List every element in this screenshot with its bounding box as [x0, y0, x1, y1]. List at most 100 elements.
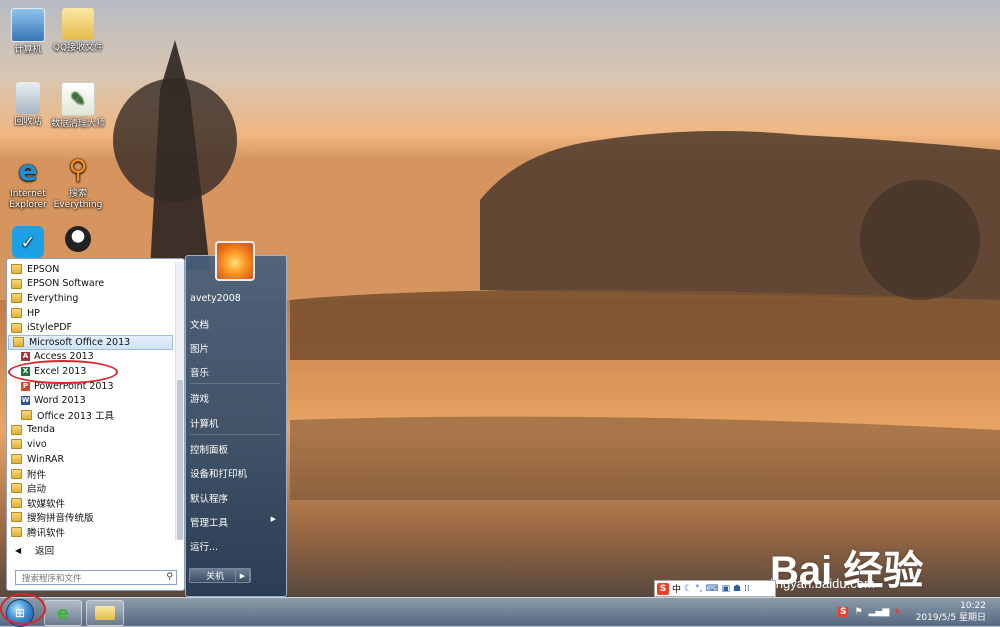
folder-icon: [95, 606, 115, 620]
program-label: Word 2013: [34, 395, 86, 407]
ie-icon: e: [56, 602, 70, 624]
desktop-icon-recycle-bin[interactable]: 回收站: [0, 82, 56, 128]
computer-link[interactable]: 计算机: [190, 416, 282, 430]
program-folder[interactable]: 腾讯软件: [7, 525, 174, 540]
program-folder[interactable]: Microsoft Office 2013: [8, 334, 173, 350]
program-folder[interactable]: WinRAR: [7, 452, 174, 467]
skin-icon: ▣: [721, 583, 730, 594]
desktop-icon-label: Internet Explorer: [9, 189, 47, 210]
search-input[interactable]: 搜索程序和文件 ⚲: [15, 570, 177, 585]
program-item[interactable]: A Access 2013: [7, 350, 174, 365]
folder-icon: [11, 512, 22, 523]
program-item[interactable]: W Word 2013: [7, 393, 174, 408]
sogou-tray-icon[interactable]: S: [838, 607, 849, 617]
program-folder[interactable]: EPSON: [7, 262, 174, 277]
control-panel-link[interactable]: 控制面板: [190, 442, 282, 456]
program-folder[interactable]: Office 2013 工具: [7, 408, 174, 423]
program-folder[interactable]: HP: [7, 306, 174, 321]
program-folder[interactable]: Tenda: [7, 423, 174, 438]
desktop-icon-computer[interactable]: 计算机: [0, 8, 56, 56]
clock[interactable]: 10:22 2019/5/5 星期日: [916, 600, 986, 624]
programs-scrollbar[interactable]: [175, 262, 184, 540]
network-icon[interactable]: ▂▄▆: [869, 607, 890, 617]
folder-icon: [11, 439, 22, 450]
documents-link[interactable]: 文档: [190, 317, 282, 331]
scrollbar-thumb[interactable]: [177, 380, 183, 540]
back-label: 返回: [35, 546, 55, 557]
access-icon: A: [21, 352, 30, 362]
back-button[interactable]: ◀ 返回: [11, 543, 177, 558]
baidu-watermark: Bai 经验 jingyan.baidu.com: [770, 514, 1000, 604]
devices-printers-link[interactable]: 设备和打印机: [190, 466, 282, 480]
vivo-icon: ✓: [12, 226, 44, 258]
chevron-right-icon: ▶: [239, 571, 246, 580]
computer-icon: [11, 8, 45, 42]
program-folder[interactable]: EPSON Software: [7, 277, 174, 292]
program-folder[interactable]: 软媒软件: [7, 496, 174, 511]
user-name-link[interactable]: avety2008: [190, 293, 282, 304]
shirt-icon: ☗: [732, 583, 742, 594]
program-folder[interactable]: 附件: [7, 466, 174, 481]
start-button[interactable]: ⊞: [6, 599, 34, 627]
run-link[interactable]: 运行...: [190, 539, 282, 553]
program-folder[interactable]: 搜狗拼音传统版: [7, 510, 174, 525]
taskbar-explorer-button[interactable]: [86, 600, 124, 626]
program-label: 搜狗拼音传统版: [27, 513, 94, 525]
folder-icon: [11, 454, 22, 465]
grid-icon: ⁞⁞: [744, 583, 750, 594]
program-label: Microsoft Office 2013: [29, 336, 131, 348]
flag-icon[interactable]: ⚑: [854, 607, 862, 617]
desktop-icon-cleaner[interactable]: ✎ 数据清理大师: [50, 82, 106, 130]
ime-toolbar[interactable]: S 中 ☾ °, ⌨ ▣ ☗ ⁞⁞: [654, 580, 776, 597]
taskbar-ie-button[interactable]: e: [44, 600, 82, 626]
admin-tools-link[interactable]: 管理工具 ▶: [190, 515, 282, 529]
program-folder[interactable]: 启动: [7, 481, 174, 496]
windows-logo-icon: ⊞: [14, 606, 26, 620]
moon-icon: ☾: [684, 583, 693, 594]
clock-time: 10:22: [960, 601, 986, 611]
clock-date: 2019/5/5 星期日: [915, 613, 986, 623]
desktop-icon-qq-files[interactable]: QQ接收文件: [50, 8, 106, 54]
program-label: 启动: [27, 484, 47, 496]
watermark-url: jingyan.baidu.com: [770, 576, 875, 591]
start-menu: EPSON EPSON Software Everything HP iStylePDF…: [4, 241, 287, 597]
pictures-link[interactable]: 图片: [190, 341, 282, 355]
program-item[interactable]: X Excel 2013: [7, 364, 174, 379]
program-folder[interactable]: iStylePDF: [7, 320, 174, 335]
desktop-icon-everything[interactable]: ⚲ 搜索 Everything: [50, 154, 106, 211]
music-link[interactable]: 音乐: [190, 365, 282, 379]
system-tray: S ⚑ ▂▄▆ 🔇︎: [838, 604, 901, 620]
program-label: 腾讯软件: [27, 527, 66, 539]
program-label: 软媒软件: [27, 498, 66, 510]
shutdown-options-button[interactable]: ▶: [235, 568, 250, 583]
program-item[interactable]: P PowerPoint 2013: [7, 379, 174, 394]
admin-tools-label: 管理工具: [190, 518, 229, 529]
folder-icon: [13, 337, 24, 348]
sogou-icon: S: [657, 582, 669, 595]
excel-icon: X: [21, 366, 30, 376]
desktop-icon-ie[interactable]: e Internet Explorer: [0, 154, 56, 211]
default-programs-link[interactable]: 默认程序: [190, 491, 282, 505]
desktop-icon-label: 回收站: [14, 117, 42, 127]
program-label: Access 2013: [34, 351, 94, 363]
desktop-icon-qq[interactable]: [50, 226, 106, 255]
separator: [190, 434, 280, 435]
program-label: PowerPoint 2013: [34, 380, 114, 392]
user-avatar[interactable]: [215, 241, 255, 281]
everything-icon: ⚲: [68, 154, 88, 185]
all-programs-list: EPSON EPSON Software Everything HP iStylePDF…: [7, 262, 174, 542]
folder-icon: [11, 483, 22, 494]
recycle-bin-icon: [16, 82, 40, 114]
program-label: Tenda: [27, 424, 55, 436]
program-label: HP: [27, 307, 40, 319]
start-menu-right-pane: avety2008 文档 图片 音乐 游戏 计算机 控制面板 设备和打印机 默认…: [185, 255, 287, 597]
program-folder[interactable]: vivo: [7, 437, 174, 452]
volume-muted-icon[interactable]: 🔇︎: [895, 607, 901, 617]
program-folder[interactable]: Everything: [7, 291, 174, 306]
program-label: EPSON Software: [27, 278, 105, 290]
folder-icon: [21, 410, 32, 421]
qq-icon: [65, 226, 91, 252]
games-link[interactable]: 游戏: [190, 391, 282, 405]
folder-icon: [11, 468, 22, 479]
folder-icon: [11, 308, 22, 319]
